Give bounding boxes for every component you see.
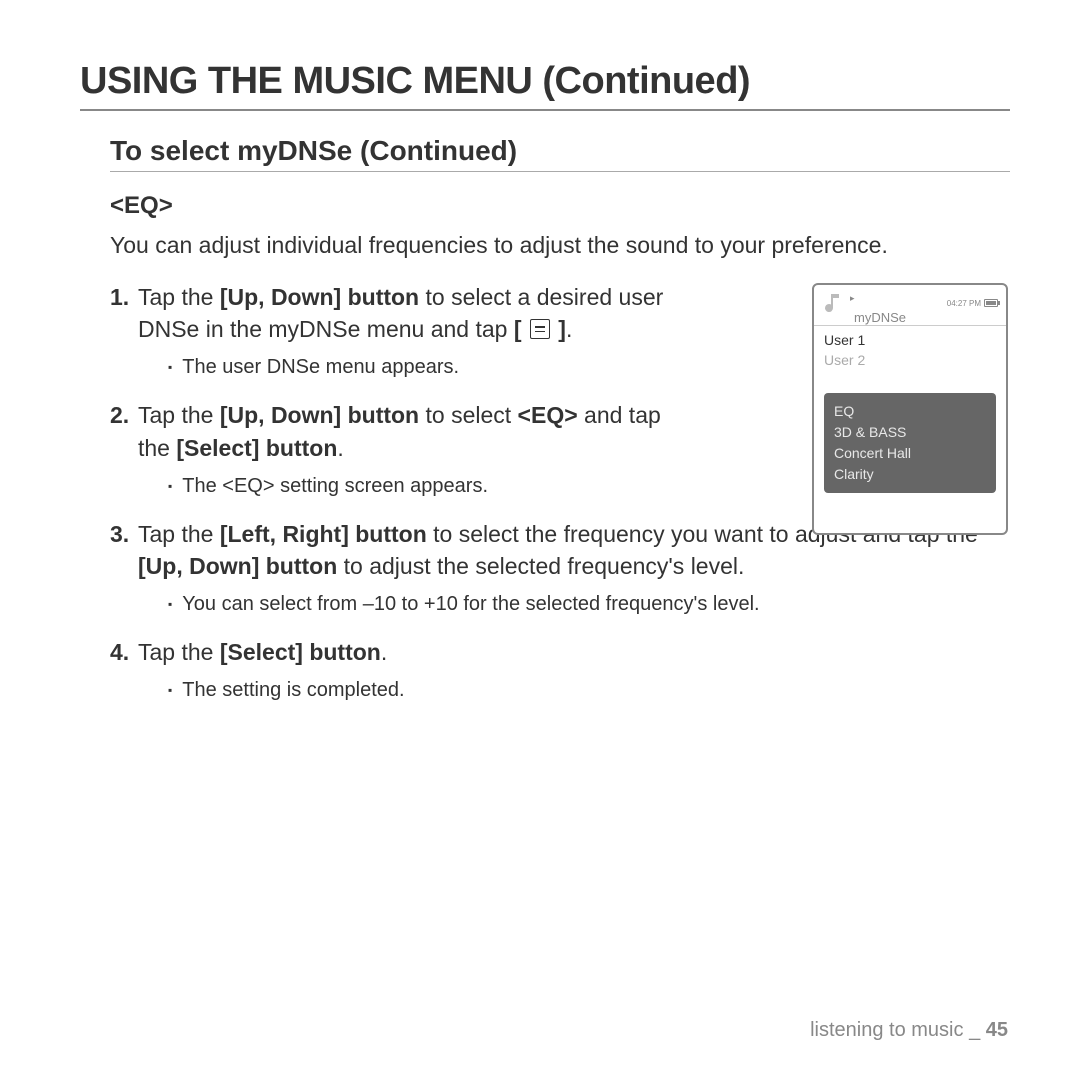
- device-popup-item: EQ: [834, 401, 986, 422]
- step-text: Tap the [Up, Down] button to select <EQ>…: [138, 399, 668, 463]
- step-text: Tap the [Select] button.: [138, 636, 1010, 668]
- page-title: USING THE MUSIC MENU (Continued): [80, 60, 1010, 111]
- step-bullet: The setting is completed.: [168, 676, 1010, 704]
- device-popup-item: Clarity: [834, 464, 986, 485]
- breadcrumb-arrow-icon: ▸: [850, 293, 855, 304]
- step-number: 4.: [110, 636, 138, 668]
- device-screen-title: myDNSe: [854, 310, 906, 325]
- step: 4.Tap the [Select] button.: [110, 636, 1010, 668]
- step-text: Tap the [Up, Down] button to select a de…: [138, 281, 668, 345]
- device-status-bar: 04:27 PM: [947, 299, 998, 308]
- page-subtitle: To select myDNSe (Continued): [110, 135, 1010, 172]
- footer-section: listening to music: [810, 1019, 963, 1041]
- device-popup-item: 3D & BASS: [834, 422, 986, 443]
- step-bullet: You can select from –10 to +10 for the s…: [168, 590, 1010, 618]
- device-list-item: User 1: [824, 330, 996, 350]
- device-screenshot: ▸ 04:27 PM myDNSe User 1 User 2 EQ 3D & …: [812, 283, 1008, 535]
- device-time: 04:27 PM: [947, 299, 981, 308]
- device-list-item: User 2: [824, 350, 996, 370]
- intro-text: You can adjust individual frequencies to…: [110, 230, 1010, 261]
- footer-separator: _: [969, 1019, 980, 1041]
- battery-icon: [984, 299, 998, 307]
- device-popup-menu: EQ 3D & BASS Concert Hall Clarity: [824, 393, 996, 493]
- device-user-list: User 1 User 2: [814, 325, 1006, 376]
- page-footer: listening to music _ 45: [810, 1019, 1008, 1042]
- section-label: <EQ>: [110, 192, 1010, 220]
- footer-page-number: 45: [986, 1019, 1008, 1041]
- step-number: 2.: [110, 399, 138, 463]
- step-number: 1.: [110, 281, 138, 345]
- device-popup-item: Concert Hall: [834, 443, 986, 464]
- step-number: 3.: [110, 518, 138, 582]
- music-note-icon: [822, 291, 846, 315]
- menu-icon: [530, 319, 550, 339]
